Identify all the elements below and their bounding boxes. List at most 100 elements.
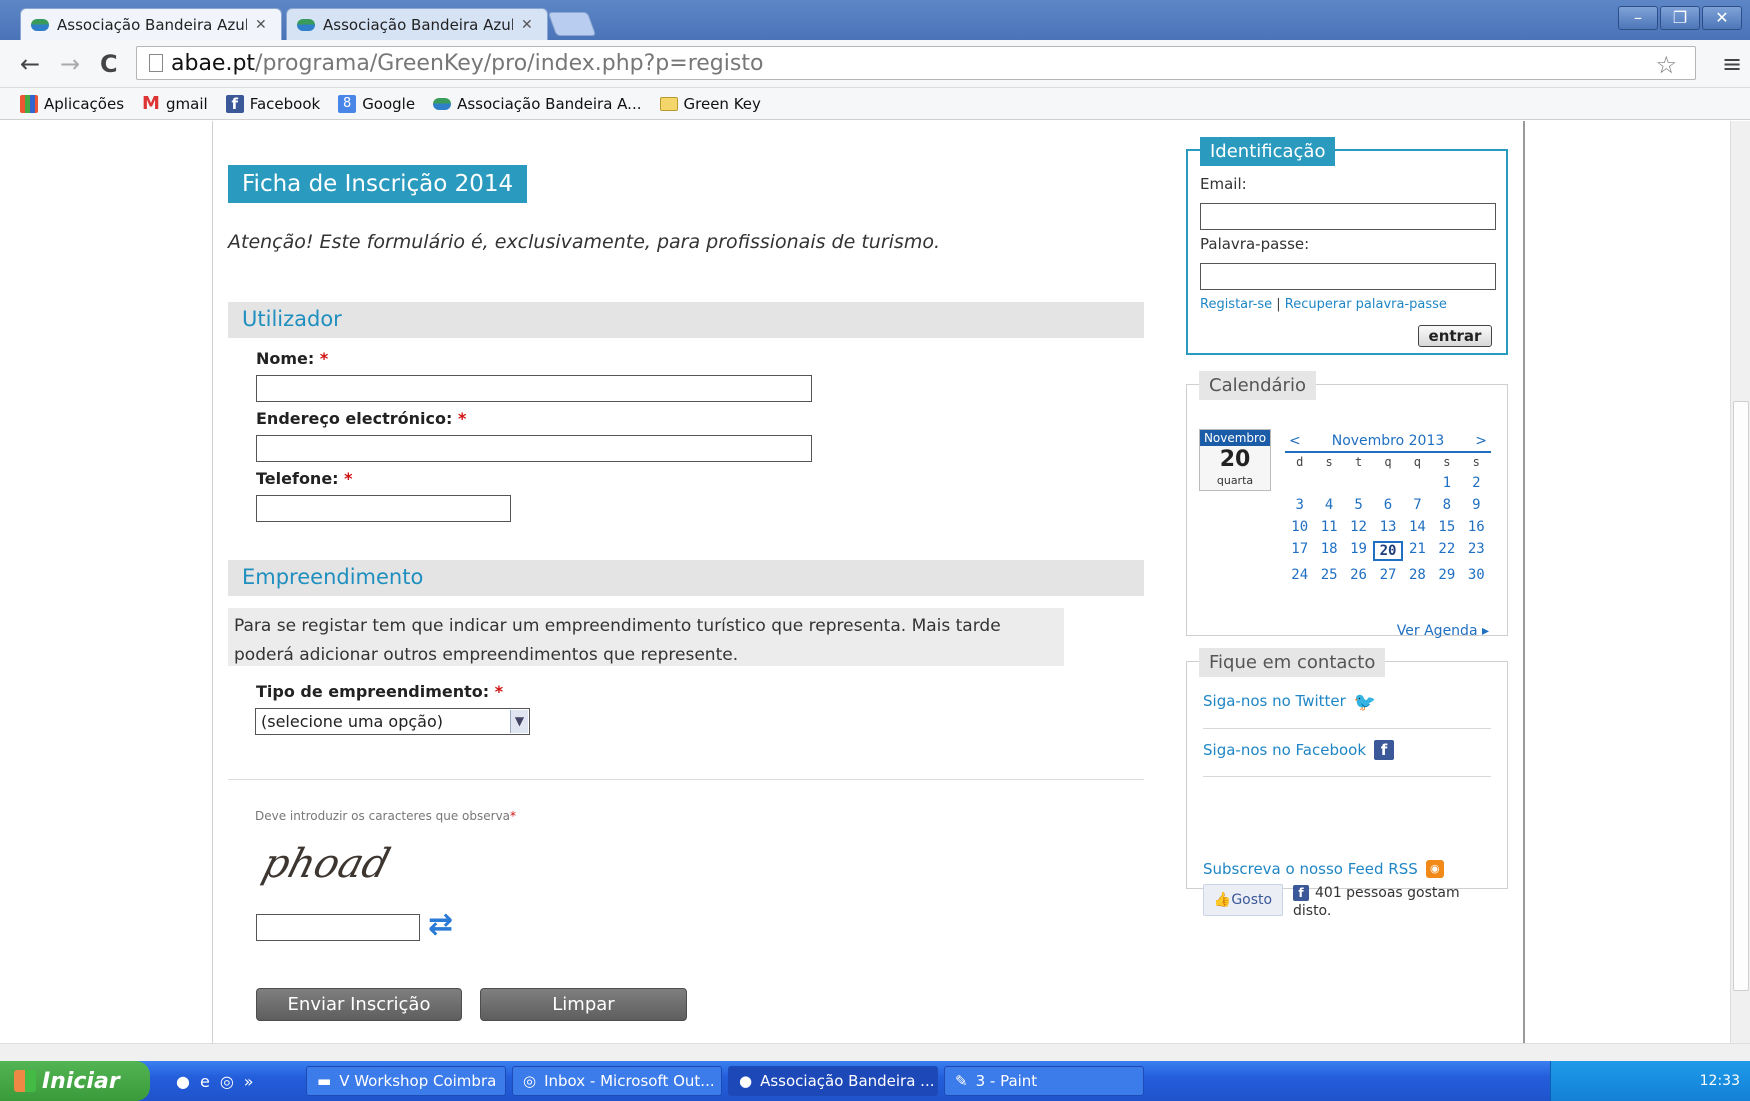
- back-arrow-icon[interactable]: ←: [20, 50, 40, 78]
- close-tab-icon[interactable]: ✕: [521, 17, 533, 33]
- login-email-input[interactable]: [1200, 203, 1496, 230]
- facebook-link[interactable]: Siga-nos no Facebook f: [1203, 740, 1491, 760]
- calendar-day[interactable]: 22: [1432, 541, 1461, 561]
- tab-inactive[interactable]: Associação Bandeira Azul da ✕: [286, 8, 548, 40]
- bookmark-apps[interactable]: Aplicações: [20, 94, 124, 113]
- task-workshop-coimbra[interactable]: ▬ V Workshop Coimbra: [306, 1066, 506, 1096]
- calendar-day[interactable]: 13: [1373, 519, 1402, 535]
- menu-icon[interactable]: ≡: [1722, 50, 1746, 78]
- task-outlook[interactable]: ◎ Inbox - Microsoft Out...: [512, 1066, 722, 1096]
- contact-separator: [1203, 728, 1491, 729]
- view-agenda-link[interactable]: Ver Agenda ▸: [1397, 623, 1489, 639]
- calendar-day[interactable]: 24: [1285, 567, 1314, 583]
- bookmark-abae[interactable]: Associação Bandeira A...: [433, 95, 642, 113]
- close-tab-icon[interactable]: ✕: [255, 17, 267, 33]
- calendar-day[interactable]: 11: [1314, 519, 1343, 535]
- chevron-down-icon[interactable]: ▼: [510, 710, 528, 733]
- outlook-icon[interactable]: ◎: [220, 1072, 234, 1091]
- email-label: Endereço electrónico: *: [256, 409, 466, 428]
- horizontal-scrollbar[interactable]: [0, 1043, 1750, 1061]
- calendar-day[interactable]: 28: [1403, 567, 1432, 583]
- calendar-day[interactable]: 29: [1432, 567, 1461, 583]
- scroll-thumb[interactable]: [1733, 401, 1749, 991]
- calendar-day[interactable]: 16: [1462, 519, 1491, 535]
- bookmark-star-icon[interactable]: ☆: [1655, 51, 1677, 79]
- calendar-month-label: Novembro 2013: [1331, 433, 1445, 449]
- prev-month-button[interactable]: <: [1289, 433, 1301, 449]
- facebook-like-button[interactable]: 👍Gosto: [1203, 884, 1283, 916]
- email-input[interactable]: [256, 435, 812, 462]
- section-empreendimento: Empreendimento: [228, 560, 1144, 596]
- calendar-header: < Novembro 2013 >: [1285, 433, 1491, 453]
- forward-arrow-icon[interactable]: →: [60, 50, 80, 78]
- vertical-scrollbar[interactable]: [1730, 121, 1750, 1043]
- clock: 12:33: [1699, 1073, 1740, 1089]
- calendar-blank: [1285, 475, 1314, 491]
- captcha-input[interactable]: [256, 914, 420, 941]
- task-label: 3 - Paint: [975, 1072, 1038, 1090]
- calendar-day[interactable]: 25: [1314, 567, 1343, 583]
- calendar-day[interactable]: 27: [1373, 567, 1402, 583]
- page-viewport: Ficha de Inscrição 2014 Atenção! Este fo…: [0, 121, 1730, 1043]
- calendar-day[interactable]: 4: [1314, 497, 1343, 513]
- twitter-bird-icon: 🐦: [1353, 692, 1377, 713]
- calendar-day[interactable]: 9: [1462, 497, 1491, 513]
- calendar-day[interactable]: 3: [1285, 497, 1314, 513]
- task-chrome[interactable]: ● Associação Bandeira ...: [728, 1066, 938, 1096]
- next-month-button[interactable]: >: [1475, 433, 1487, 449]
- calendar-day[interactable]: 15: [1432, 519, 1461, 535]
- calendar-day[interactable]: 18: [1314, 541, 1343, 561]
- thumbs-up-icon: 👍: [1213, 892, 1232, 908]
- calendar-day-today[interactable]: 20: [1373, 541, 1403, 561]
- calendar-day[interactable]: 26: [1344, 567, 1373, 583]
- calendar-day[interactable]: 23: [1462, 541, 1491, 561]
- close-window-icon[interactable]: ✕: [1702, 6, 1742, 30]
- calendar-day[interactable]: 1: [1432, 475, 1461, 491]
- rss-link[interactable]: Subscreva o nosso Feed RSS ◉: [1203, 860, 1491, 878]
- calendar-day[interactable]: 5: [1344, 497, 1373, 513]
- twitter-link[interactable]: Siga-nos no Twitter 🐦: [1203, 692, 1491, 713]
- calendar-day[interactable]: 8: [1432, 497, 1461, 513]
- login-password-input[interactable]: [1200, 263, 1496, 290]
- badge-weekday: quarta: [1216, 474, 1254, 487]
- refresh-captcha-icon[interactable]: ⇄: [428, 907, 453, 942]
- reload-icon[interactable]: C: [100, 50, 118, 78]
- calendar-day[interactable]: 10: [1285, 519, 1314, 535]
- minimize-icon[interactable]: –: [1618, 6, 1658, 30]
- chrome-icon: ●: [739, 1072, 753, 1090]
- calendar-blank: [1344, 475, 1373, 491]
- tab-active[interactable]: Associação Bandeira Azul da ✕: [20, 8, 282, 40]
- ie-icon[interactable]: e: [200, 1072, 210, 1091]
- new-tab-button[interactable]: [547, 12, 597, 36]
- bookmark-google[interactable]: 8 Google: [338, 94, 415, 113]
- contact-title: Fique em contacto: [1199, 648, 1386, 677]
- recover-password-link[interactable]: Recuperar palavra-passe: [1285, 297, 1447, 312]
- chevron-right-icon[interactable]: »: [244, 1072, 254, 1091]
- bookmark-facebook[interactable]: f Facebook: [225, 94, 320, 113]
- business-type-select[interactable]: (selecione uma opção) ▼: [255, 708, 530, 735]
- phone-input[interactable]: [256, 495, 511, 522]
- label-text: Deve introduzir os caracteres que observ…: [255, 809, 511, 823]
- name-input[interactable]: [256, 375, 812, 402]
- calendar-day[interactable]: 2: [1462, 475, 1491, 491]
- calendar-day[interactable]: 19: [1344, 541, 1373, 561]
- calendar-day[interactable]: 6: [1373, 497, 1402, 513]
- calendar-day[interactable]: 17: [1285, 541, 1314, 561]
- bookmark-folder-greenkey[interactable]: Green Key: [659, 95, 761, 113]
- submit-button[interactable]: Enviar Inscrição: [256, 988, 462, 1021]
- calendar-day[interactable]: 12: [1344, 519, 1373, 535]
- start-button[interactable]: Iniciar: [0, 1061, 150, 1101]
- task-paint[interactable]: ✎ 3 - Paint: [944, 1066, 1144, 1096]
- calendar-day[interactable]: 21: [1403, 541, 1432, 561]
- restore-icon[interactable]: ❐: [1660, 6, 1700, 30]
- bookmark-gmail[interactable]: Mgmail: [142, 94, 208, 113]
- clear-button[interactable]: Limpar: [480, 988, 687, 1021]
- address-bar[interactable]: abae.pt/programa/GreenKey/pro/index.php?…: [136, 46, 1696, 80]
- calendar-day[interactable]: 30: [1462, 567, 1491, 583]
- calendar-day[interactable]: 7: [1403, 497, 1432, 513]
- twitter-link-text: Siga-nos no Twitter: [1203, 692, 1346, 710]
- chrome-icon[interactable]: ●: [176, 1072, 190, 1091]
- calendar-day[interactable]: 14: [1403, 519, 1432, 535]
- register-link[interactable]: Registar-se: [1200, 297, 1272, 312]
- login-button[interactable]: entrar: [1418, 325, 1492, 347]
